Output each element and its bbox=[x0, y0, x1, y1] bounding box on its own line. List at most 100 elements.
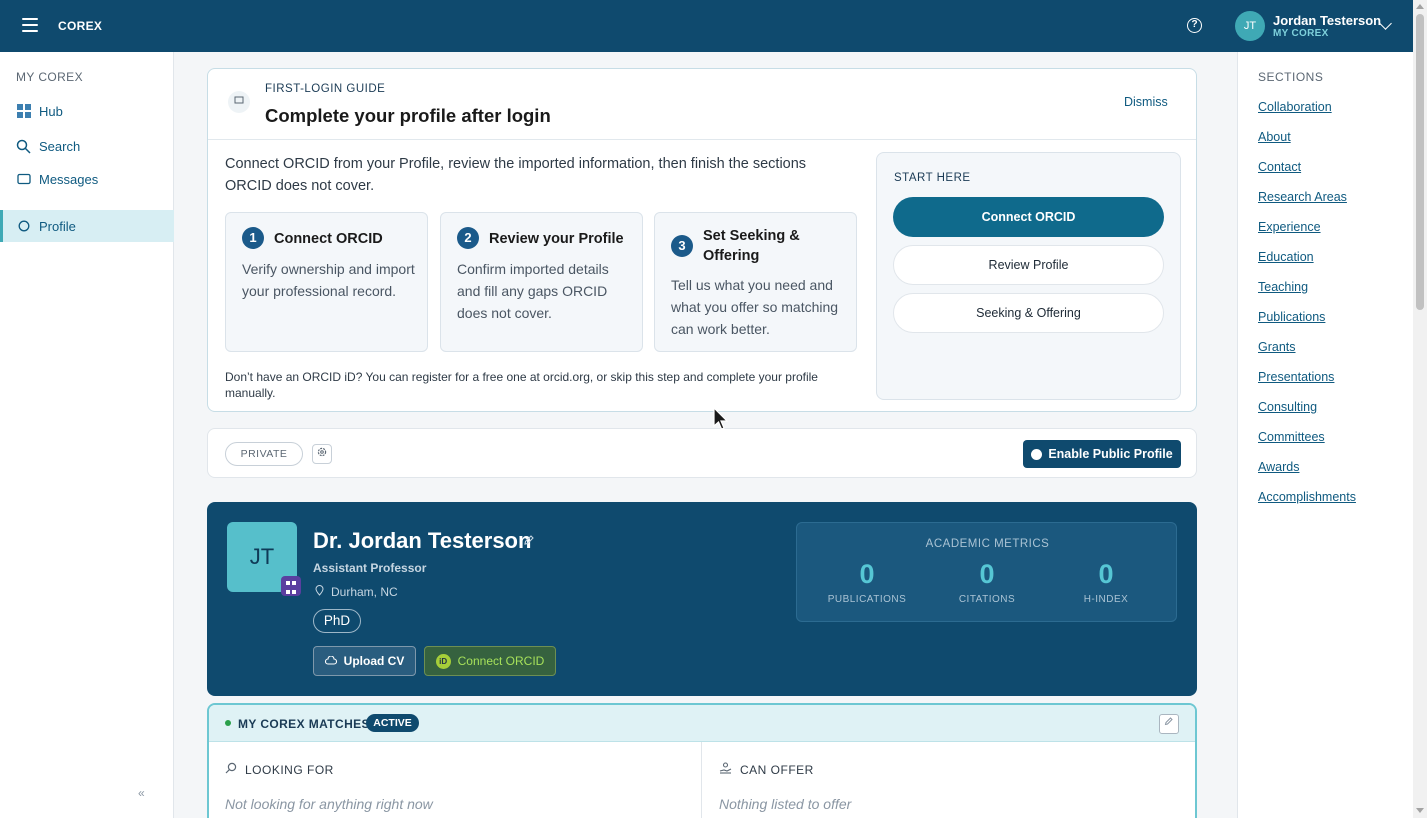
start-here-label: START HERE bbox=[894, 172, 971, 184]
guide-icon bbox=[228, 91, 250, 113]
dismiss-button[interactable]: Dismiss bbox=[1124, 95, 1168, 109]
section-link-contact[interactable]: Contact bbox=[1258, 160, 1301, 174]
can-offer-column: CAN OFFER Nothing listed to offer bbox=[703, 742, 1195, 818]
section-link-collaboration[interactable]: Collaboration bbox=[1258, 100, 1332, 114]
can-offer-empty: Nothing listed to offer bbox=[719, 796, 852, 812]
section-link-accomplishments[interactable]: Accomplishments bbox=[1258, 490, 1356, 504]
first-login-guide: FIRST-LOGIN GUIDE Complete your profile … bbox=[207, 68, 1197, 412]
step-card-review-profile: 2 Review your Profile Confirm imported d… bbox=[440, 212, 643, 352]
brand-logo[interactable]: COREX bbox=[58, 19, 102, 33]
section-link-presentations[interactable]: Presentations bbox=[1258, 370, 1334, 384]
metric-label: CITATIONS bbox=[958, 594, 1016, 605]
scroll-down-arrow-icon[interactable] bbox=[1416, 808, 1424, 813]
metric-publications: 0 PUBLICATIONS bbox=[807, 559, 927, 605]
connect-orcid-profile-button[interactable]: iD Connect ORCID bbox=[424, 646, 556, 676]
step-title: Set Seeking & Offering bbox=[703, 228, 800, 264]
grid-icon bbox=[16, 104, 31, 119]
active-dot-icon bbox=[225, 720, 231, 726]
matches-header: MY COREX MATCHES ACTIVE bbox=[209, 705, 1195, 742]
page-scrollbar[interactable] bbox=[1413, 0, 1427, 818]
gear-icon[interactable] bbox=[312, 444, 332, 464]
metric-h-index: 0 H-INDEX bbox=[1046, 559, 1166, 605]
visibility-bar: PRIVATE Enable Public Profile bbox=[207, 428, 1197, 478]
section-link-about[interactable]: About bbox=[1258, 130, 1291, 144]
enable-public-profile-button[interactable]: Enable Public Profile bbox=[1023, 440, 1181, 468]
section-link-experience[interactable]: Experience bbox=[1258, 220, 1321, 234]
guide-label: FIRST-LOGIN GUIDE bbox=[265, 83, 386, 95]
profile-title: Assistant Professor bbox=[313, 561, 427, 575]
status-badge: ACTIVE bbox=[366, 714, 419, 732]
step-title: Connect ORCID bbox=[274, 231, 383, 247]
metric-label: PUBLICATIONS bbox=[827, 594, 907, 605]
metric-value: 0 bbox=[1098, 559, 1114, 589]
section-link-consulting[interactable]: Consulting bbox=[1258, 400, 1317, 414]
sidebar-title: MY COREX bbox=[16, 70, 83, 84]
section-link-education[interactable]: Education bbox=[1258, 250, 1314, 264]
step-title: Review your Profile bbox=[489, 231, 624, 247]
edit-matches-icon[interactable] bbox=[1159, 714, 1179, 734]
can-offer-label: CAN OFFER bbox=[719, 762, 814, 777]
sidebar-item-label: Hub bbox=[39, 103, 63, 119]
location-pin-icon bbox=[315, 585, 325, 599]
location-text: Durham, NC bbox=[331, 585, 398, 599]
guide-title: Complete your profile after login bbox=[265, 105, 551, 126]
profile-header: JT Dr. Jordan Testerson Assistant Profes… bbox=[207, 502, 1197, 696]
user-name[interactable]: Jordan Testerson bbox=[1273, 13, 1381, 28]
top-bar: COREX ? JT Jordan Testerson MY COREX bbox=[0, 0, 1427, 52]
metric-value: 0 bbox=[979, 559, 995, 589]
label-text: CAN OFFER bbox=[740, 762, 814, 777]
pencil-icon[interactable] bbox=[523, 534, 535, 549]
step-number: 2 bbox=[457, 227, 479, 249]
guide-intro: Connect ORCID from your Profile, review … bbox=[225, 156, 807, 194]
label-text: LOOKING FOR bbox=[245, 762, 334, 777]
section-link-teaching[interactable]: Teaching bbox=[1258, 280, 1308, 294]
step-card-seeking-offering: 3 Set Seeking & Offering Tell us what yo… bbox=[654, 212, 857, 352]
metrics-title: ACADEMIC METRICS bbox=[925, 538, 1050, 550]
section-link-grants[interactable]: Grants bbox=[1258, 340, 1296, 354]
sidebar-item-hub[interactable]: Hub bbox=[0, 95, 174, 127]
sidebar-item-label: Messages bbox=[39, 171, 99, 187]
sidebar-item-search[interactable]: Search bbox=[0, 130, 174, 162]
user-subtitle: MY COREX bbox=[1273, 28, 1329, 39]
looking-for-column: LOOKING FOR Not looking for anything rig… bbox=[209, 742, 702, 818]
looking-for-empty: Not looking for anything right now bbox=[225, 796, 433, 812]
sections-nav: SECTIONS Collaboration About Contact Res… bbox=[1237, 52, 1413, 818]
step-body: Verify ownership and import your profess… bbox=[242, 261, 415, 299]
step-body: Confirm imported details and fill any ga… bbox=[457, 261, 609, 321]
section-link-awards[interactable]: Awards bbox=[1258, 460, 1299, 474]
menu-icon[interactable] bbox=[22, 18, 38, 32]
metric-citations: 0 CITATIONS bbox=[927, 559, 1047, 605]
button-label: Connect ORCID bbox=[457, 654, 545, 668]
sidebar-item-profile[interactable]: Profile bbox=[0, 210, 174, 242]
sidebar-item-label: Profile bbox=[39, 218, 76, 234]
degree-badge: PhD bbox=[313, 609, 361, 633]
profile-location: Durham, NC bbox=[315, 585, 398, 599]
profile-icon bbox=[16, 219, 31, 234]
hand-offer-icon bbox=[719, 762, 732, 777]
start-here-panel: START HERE Connect ORCID Review Profile … bbox=[876, 152, 1181, 400]
connect-orcid-button[interactable]: Connect ORCID bbox=[893, 197, 1164, 237]
collapse-sidebar-button[interactable]: « bbox=[138, 786, 145, 800]
scroll-thumb[interactable] bbox=[1416, 14, 1424, 310]
step-card-connect-orcid: 1 Connect ORCID Verify ownership and imp… bbox=[225, 212, 428, 352]
section-link-research-areas[interactable]: Research Areas bbox=[1258, 190, 1347, 204]
review-profile-button[interactable]: Review Profile bbox=[893, 245, 1164, 285]
sections-title: SECTIONS bbox=[1258, 70, 1324, 84]
privacy-status-badge: PRIVATE bbox=[225, 442, 303, 466]
avatar[interactable]: JT bbox=[1235, 11, 1265, 41]
section-link-publications[interactable]: Publications bbox=[1258, 310, 1325, 324]
corex-matches: MY COREX MATCHES ACTIVE LOOKING FOR Not … bbox=[207, 703, 1197, 818]
help-icon[interactable]: ? bbox=[1187, 18, 1202, 33]
sidebar-item-label: Search bbox=[39, 138, 81, 154]
sidebar: MY COREX Hub Search Messages Profile « bbox=[0, 52, 174, 818]
seeking-offering-button[interactable]: Seeking & Offering bbox=[893, 293, 1164, 333]
scroll-up-arrow-icon[interactable] bbox=[1416, 4, 1424, 9]
matches-title: MY COREX MATCHES bbox=[238, 717, 370, 731]
search-icon bbox=[16, 139, 31, 154]
sidebar-item-messages[interactable]: Messages bbox=[0, 163, 174, 195]
guide-header: FIRST-LOGIN GUIDE Complete your profile … bbox=[208, 69, 1196, 140]
section-link-committees[interactable]: Committees bbox=[1258, 430, 1325, 444]
apps-badge-icon[interactable] bbox=[281, 576, 301, 596]
academic-metrics: ACADEMIC METRICS 0 PUBLICATIONS 0 CITATI… bbox=[796, 522, 1177, 622]
upload-cv-button[interactable]: Upload CV bbox=[313, 646, 416, 676]
